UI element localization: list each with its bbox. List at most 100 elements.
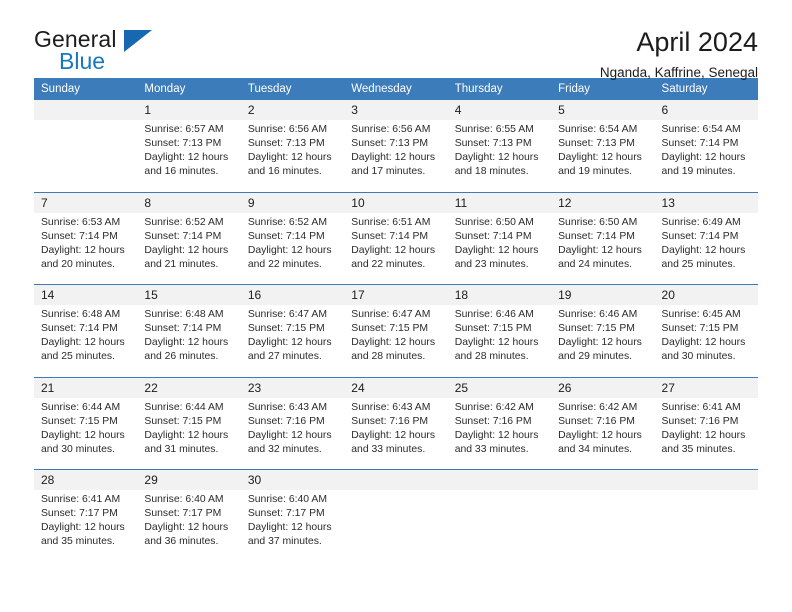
day-detail-cell[interactable]: Sunrise: 6:52 AM Sunset: 7:14 PM Daylight:… [137,212,241,285]
day-detail-cell[interactable]: Sunrise: 6:43 AM Sunset: 7:16 PM Daylight:… [344,397,448,470]
day-number-cell[interactable]: 24 [344,376,448,398]
day-number-cell[interactable]: 2 [240,100,345,120]
day-detail-cell[interactable]: Sunrise: 6:41 AM Sunset: 7:17 PM Daylight:… [34,490,138,562]
daylight-text-line2: and 27 minutes. [247,351,322,363]
day-detail-cell[interactable]: Sunrise: 6:43 AM Sunset: 7:16 PM Daylight:… [240,397,345,470]
day-number-cell[interactable]: 12 [551,191,655,213]
sunrise-text: Sunrise: 6:48 AM [41,309,121,320]
empty-day-number-cell [34,100,138,120]
daylight-text-line1: Daylight: 12 hours [661,152,746,164]
day-detail-cell[interactable]: Sunrise: 6:47 AM Sunset: 7:15 PM Daylight:… [240,305,345,377]
day-detail-cell[interactable]: Sunrise: 6:41 AM Sunset: 7:16 PM Daylight:… [654,397,758,470]
daylight-text-line2: and 25 minutes. [41,351,115,363]
sunset-text: Sunset: 7:17 PM [144,508,222,520]
day-detail-cell[interactable]: Sunrise: 6:56 AM Sunset: 7:13 PM Daylight:… [344,120,448,192]
daylight-text-line2: and 28 minutes. [454,351,529,363]
sunrise-text: Sunrise: 6:48 AM [144,309,224,320]
day-number-cell[interactable]: 9 [240,191,345,213]
sunset-text: Sunset: 7:13 PM [351,138,429,150]
sunset-text: Sunset: 7:14 PM [351,230,429,242]
day-number-cell[interactable]: 7 [34,191,138,213]
daylight-text-line1: Daylight: 12 hours [41,244,125,256]
daylight-text-line2: and 35 minutes. [661,443,736,455]
empty-day-detail-cell [344,490,448,562]
daylight-text-line2: and 23 minutes. [454,258,529,270]
day-detail-cell[interactable]: Sunrise: 6:52 AM Sunset: 7:14 PM Daylight:… [240,212,345,285]
week-daynumber-row: 28 29 30 [34,469,758,490]
day-number-cell[interactable]: 14 [34,284,138,305]
sunrise-text: Sunrise: 6:50 AM [558,216,638,228]
day-detail-cell[interactable]: Sunrise: 6:50 AM Sunset: 7:14 PM Daylight:… [551,212,655,285]
day-detail-cell[interactable]: Sunrise: 6:46 AM Sunset: 7:15 PM Daylight:… [447,305,552,377]
daylight-text-line2: and 16 minutes. [144,166,219,178]
day-number-cell[interactable]: 10 [344,191,448,213]
day-number-cell[interactable]: 17 [344,284,448,305]
sunset-text: Sunset: 7:14 PM [247,230,325,242]
daylight-text-line1: Daylight: 12 hours [144,429,229,441]
day-number-cell[interactable]: 18 [447,284,552,305]
day-detail-cell[interactable]: Sunrise: 6:44 AM Sunset: 7:15 PM Daylight:… [34,397,138,470]
sunset-text: Sunset: 7:14 PM [454,230,532,242]
day-number-cell[interactable]: 15 [137,284,241,305]
sunset-text: Sunset: 7:17 PM [41,508,118,520]
day-number-cell[interactable]: 3 [344,100,448,120]
day-detail-cell[interactable]: Sunrise: 6:48 AM Sunset: 7:14 PM Daylight:… [137,305,241,377]
day-detail-cell[interactable]: Sunrise: 6:53 AM Sunset: 7:14 PM Daylight:… [34,212,138,285]
sunset-text: Sunset: 7:14 PM [144,230,222,242]
day-number-cell[interactable]: 21 [34,376,138,398]
day-number-cell[interactable]: 28 [34,469,138,490]
daylight-text-line1: Daylight: 12 hours [247,244,332,256]
day-number-cell[interactable]: 22 [137,376,241,398]
empty-day-detail-cell [447,490,552,562]
day-detail-cell[interactable]: Sunrise: 6:54 AM Sunset: 7:13 PM Daylight:… [551,120,655,192]
sunrise-text: Sunrise: 6:44 AM [144,401,224,413]
sunset-text: Sunset: 7:14 PM [41,323,118,335]
sunrise-text: Sunrise: 6:52 AM [144,216,224,228]
day-number-cell[interactable]: 27 [654,376,758,398]
daylight-text-line1: Daylight: 12 hours [351,244,436,256]
day-number-cell[interactable]: 4 [447,100,552,120]
day-number-cell[interactable]: 13 [654,191,758,213]
day-number-cell[interactable]: 6 [654,100,758,120]
week-detail-row: Sunrise: 6:57 AM Sunset: 7:13 PM Daylight:… [34,120,758,192]
day-detail-cell[interactable]: Sunrise: 6:42 AM Sunset: 7:16 PM Daylight:… [447,397,552,470]
day-number-cell[interactable]: 19 [551,284,655,305]
day-detail-cell[interactable]: Sunrise: 6:44 AM Sunset: 7:15 PM Daylight:… [137,397,241,470]
day-number-cell[interactable]: 16 [240,284,345,305]
day-number-cell[interactable]: 26 [551,376,655,398]
day-detail-cell[interactable]: Sunrise: 6:40 AM Sunset: 7:17 PM Daylight:… [240,490,345,562]
day-number-cell[interactable]: 30 [240,469,345,490]
general-blue-logo: General Blue [34,26,154,82]
daylight-text-line1: Daylight: 12 hours [661,429,746,441]
day-detail-cell[interactable]: Sunrise: 6:42 AM Sunset: 7:16 PM Daylight:… [551,397,655,470]
day-detail-cell[interactable]: Sunrise: 6:54 AM Sunset: 7:14 PM Daylight:… [654,120,758,192]
day-detail-cell[interactable]: Sunrise: 6:49 AM Sunset: 7:14 PM Daylight:… [654,212,758,285]
day-detail-cell[interactable]: Sunrise: 6:55 AM Sunset: 7:13 PM Daylight:… [447,120,552,192]
day-number-cell[interactable]: 5 [551,100,655,120]
sunset-text: Sunset: 7:15 PM [247,323,325,335]
day-detail-cell[interactable]: Sunrise: 6:46 AM Sunset: 7:15 PM Daylight:… [551,305,655,377]
day-detail-cell[interactable]: Sunrise: 6:57 AM Sunset: 7:13 PM Daylight:… [137,120,241,192]
day-detail-cell[interactable]: Sunrise: 6:48 AM Sunset: 7:14 PM Daylight:… [34,305,138,377]
day-number-cell[interactable]: 8 [137,191,241,213]
day-detail-cell[interactable]: Sunrise: 6:40 AM Sunset: 7:17 PM Daylight:… [137,490,241,562]
day-detail-cell[interactable]: Sunrise: 6:51 AM Sunset: 7:14 PM Daylight:… [344,212,448,285]
day-detail-cell[interactable]: Sunrise: 6:50 AM Sunset: 7:14 PM Daylight:… [447,212,552,285]
day-number-cell[interactable]: 25 [447,376,552,398]
day-detail-cell[interactable]: Sunrise: 6:56 AM Sunset: 7:13 PM Daylight:… [240,120,345,192]
daylight-text-line2: and 22 minutes. [247,258,322,270]
daylight-text-line2: and 31 minutes. [144,443,219,455]
daylight-text-line1: Daylight: 12 hours [454,337,539,349]
sunrise-text: Sunrise: 6:42 AM [454,401,534,413]
day-detail-cell[interactable]: Sunrise: 6:47 AM Sunset: 7:15 PM Daylight:… [344,305,448,377]
day-number-cell[interactable]: 23 [240,376,345,398]
day-number-cell[interactable]: 20 [654,284,758,305]
week-daynumber-row: 21 22 23 24 25 26 27 [34,376,758,398]
day-detail-cell[interactable]: Sunrise: 6:45 AM Sunset: 7:15 PM Daylight:… [654,305,758,377]
day-number-cell[interactable]: 1 [137,100,241,120]
sunset-text: Sunset: 7:13 PM [144,138,222,150]
day-number-cell[interactable]: 11 [447,191,552,213]
week-detail-row: Sunrise: 6:41 AM Sunset: 7:17 PM Daylight:… [34,490,758,562]
logo-text-blue: Blue [59,48,106,74]
day-number-cell[interactable]: 29 [137,469,241,490]
